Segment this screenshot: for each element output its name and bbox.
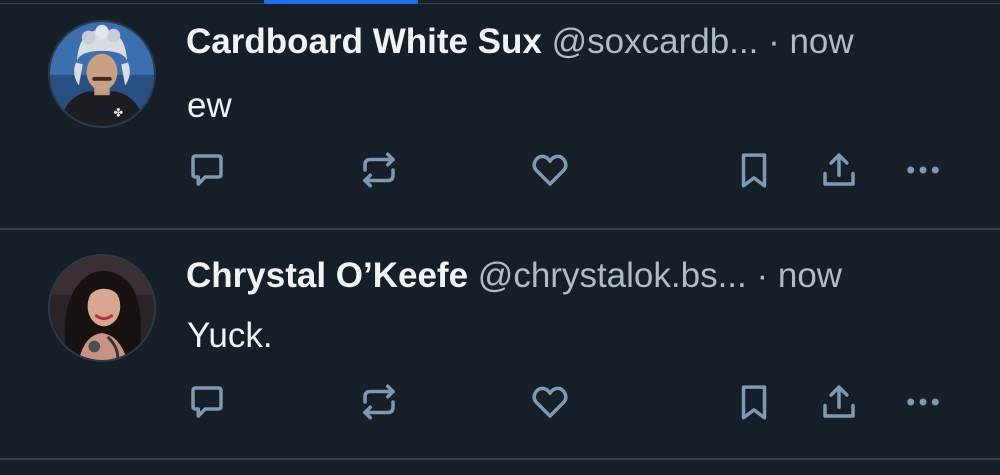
share-icon xyxy=(823,385,855,418)
like-button[interactable] xyxy=(527,379,573,425)
author-handle[interactable]: @chrystalok.bs... xyxy=(478,256,747,295)
author-display-name[interactable]: Chrystal O’Keefe xyxy=(186,256,468,295)
more-options-icon xyxy=(907,166,939,174)
repost-icon xyxy=(363,384,395,420)
reply-button[interactable] xyxy=(184,147,230,193)
post-timestamp[interactable]: now xyxy=(789,22,853,61)
post-header: Chrystal O’Keefe @chrystalok.bs... · now xyxy=(186,254,960,298)
share-button[interactable] xyxy=(816,379,862,425)
reply-icon xyxy=(191,386,223,418)
post-body-text: ew xyxy=(187,86,232,125)
repost-button[interactable] xyxy=(356,147,402,193)
bookmark-icon xyxy=(741,385,767,420)
user-avatar-fur-hat: ✤ xyxy=(50,22,154,126)
like-heart-icon xyxy=(532,386,568,418)
like-heart-icon xyxy=(532,154,568,186)
avatar[interactable]: ✤ xyxy=(48,20,156,128)
post-header: Cardboard White Sux @soxcardb... · now xyxy=(186,20,960,64)
more-options-button[interactable] xyxy=(900,379,946,425)
repost-icon xyxy=(363,152,395,188)
author-handle[interactable]: @soxcardb... xyxy=(552,22,759,61)
more-options-icon xyxy=(907,398,939,406)
svg-text:✤: ✤ xyxy=(114,105,124,119)
bookmark-icon xyxy=(741,153,767,188)
user-avatar-portrait xyxy=(50,256,154,360)
feed-post[interactable]: Chrystal O’Keefe @chrystalok.bs... · now… xyxy=(0,232,1000,460)
separator-dot: · xyxy=(768,22,780,61)
post-timestamp[interactable]: now xyxy=(778,256,842,295)
share-icon xyxy=(823,153,855,186)
post-body-text: Yuck. xyxy=(187,316,273,355)
separator-dot: · xyxy=(756,256,769,295)
reply-button[interactable] xyxy=(184,379,230,425)
bookmark-button[interactable] xyxy=(731,379,777,425)
share-button[interactable] xyxy=(816,147,862,193)
like-button[interactable] xyxy=(527,147,573,193)
avatar[interactable] xyxy=(48,254,156,362)
author-display-name[interactable]: Cardboard White Sux xyxy=(186,22,542,61)
repost-button[interactable] xyxy=(356,379,402,425)
bookmark-button[interactable] xyxy=(731,147,777,193)
reply-icon xyxy=(191,154,223,186)
feed-post[interactable]: ✤ Cardboard White Sux @soxcardb... · now… xyxy=(0,4,1000,230)
more-options-button[interactable] xyxy=(900,147,946,193)
